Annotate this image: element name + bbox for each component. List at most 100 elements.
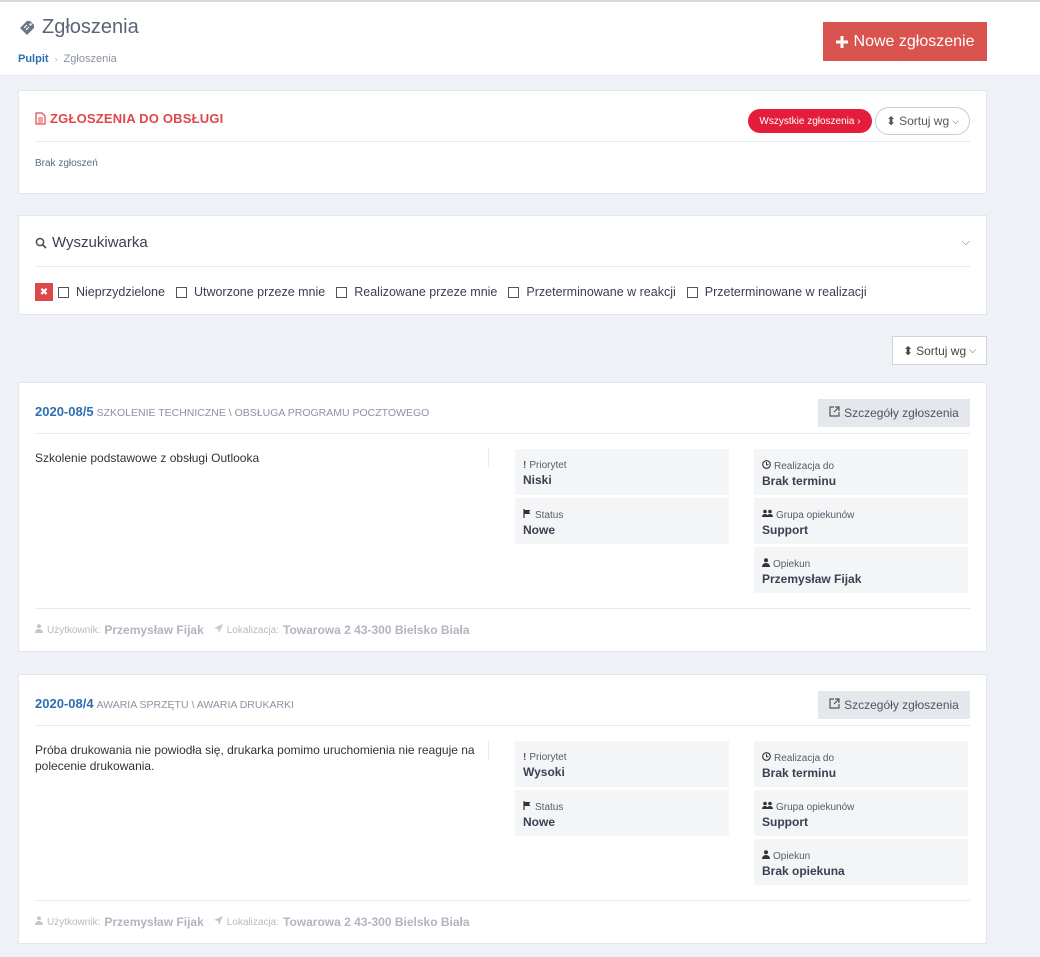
divider (35, 900, 970, 901)
checkbox[interactable] (336, 286, 348, 298)
ticket-group: Support (762, 523, 808, 537)
chevron-down-icon[interactable]: ⌵ (962, 236, 970, 249)
ticket-priority-field: ! Priorytet Niski (515, 449, 729, 495)
ticket-category: SZKOLENIE TECHNICZNE \ OBSŁUGA PROGRAMU … (96, 407, 430, 419)
user-icon (35, 916, 43, 928)
field-label: Status (535, 509, 564, 521)
clock-icon (762, 460, 771, 472)
ticket-number-link[interactable]: 2020-08/4 (35, 696, 94, 711)
ticket-deadline-field: Realizacja do Brak terminu (754, 449, 968, 495)
search-panel-title-text: Wyszukiwarka (52, 234, 148, 251)
page-title-text: Zgłoszenia (42, 16, 139, 38)
empty-state-text: Brak zgłoszeń (35, 158, 98, 169)
flag-icon (523, 509, 532, 521)
pending-panel-title-text: ZGŁOSZENIA DO OBSŁUGI (50, 111, 224, 126)
footer-label: Lokalizacja: (226, 624, 280, 636)
ticket-group-field: Grupa opiekunów Support (754, 790, 968, 836)
divider (35, 725, 970, 726)
ticket-description: Szkolenie podstawowe z obsługi Outlooka (35, 451, 260, 465)
page-title: Zgłoszenia (18, 16, 139, 39)
divider (488, 449, 489, 467)
users-icon (762, 509, 773, 521)
ticket-user: Przemysław Fijak (104, 623, 204, 637)
flag-icon (523, 801, 532, 813)
search-icon (35, 237, 47, 249)
checkbox[interactable] (175, 286, 187, 298)
search-panel-title[interactable]: Wyszukiwarka (35, 234, 148, 251)
breadcrumb: Pulpit › Zgłoszenia (18, 53, 117, 65)
clock-icon (762, 752, 771, 764)
external-link-icon (829, 406, 840, 420)
all-tickets-button[interactable]: Wszystkie zgłoszenia › (748, 109, 872, 133)
field-label: Status (535, 801, 564, 813)
search-panel: Wyszukiwarka ⌵ ✖ Nieprzydzielone Utworzo… (18, 215, 987, 315)
divider (35, 433, 970, 434)
ticket-description: Próba drukowania nie powiodła się, druka… (35, 743, 475, 773)
footer-label: Użytkownik: (47, 624, 101, 636)
ticket-header: 2020-08/4 AWARIA SPRZĘTU \ AWARIA DRUKARK… (35, 696, 294, 711)
ticket-number-link[interactable]: 2020-08/5 (35, 404, 94, 419)
clear-filters-button[interactable]: ✖ (35, 283, 53, 301)
footer-label: Lokalizacja: (226, 916, 280, 928)
new-ticket-button[interactable]: Nowe zgłoszenie (823, 22, 987, 61)
pending-panel-title: ZGŁOSZENIA DO OBSŁUGI (35, 111, 223, 126)
ticket-status: Nowe (523, 523, 556, 537)
ticket-card: 2020-08/5 SZKOLENIE TECHNICZNE \ OBSŁUGA … (18, 382, 987, 652)
filter-label: Przeterminowane w realizacji (704, 285, 867, 299)
external-link-icon (829, 698, 840, 712)
exclamation-icon: ! (523, 752, 527, 763)
ticket-deadline-field: Realizacja do Brak terminu (754, 741, 968, 787)
ticket-status-field: Status Nowe (515, 498, 729, 544)
ticket-owner: Brak opiekuna (762, 864, 845, 878)
filter-label: Nieprzydzielone (76, 285, 165, 299)
checkbox[interactable] (686, 286, 698, 298)
ticket-priority: Wysoki (523, 765, 565, 779)
divider (488, 741, 489, 759)
ticket-owner: Przemysław Fijak (762, 572, 862, 586)
location-arrow-icon (213, 624, 223, 636)
list-sort-button[interactable]: ⬍ Sortuj wg ⌵ (892, 336, 987, 365)
checkbox[interactable] (508, 286, 520, 298)
ticket-group-field: Grupa opiekunów Support (754, 498, 968, 544)
pending-sort-button[interactable]: ⬍ Sortuj wg ⌵ (875, 107, 970, 135)
ticket-priority-field: ! Priorytet Wysoki (515, 741, 729, 787)
ticket-details-label: Szczegóły zgłoszenia (844, 698, 959, 712)
filter-label: Utworzone przeze mnie (193, 285, 326, 299)
ticket-status-field: Status Nowe (515, 790, 729, 836)
field-label: Opiekun (773, 558, 811, 570)
ticket-details-button[interactable]: Szczegóły zgłoszenia (818, 691, 970, 719)
ticket-deadline: Brak terminu (762, 474, 837, 488)
field-label: Grupa opiekunów (776, 509, 855, 521)
checkbox[interactable] (58, 286, 69, 298)
ticket-priority: Niski (523, 473, 552, 487)
ticket-footer: Użytkownik: Przemysław Fijak Lokalizacja… (35, 623, 470, 637)
filter-bar: ✖ Nieprzydzielone Utworzone przeze mnie … (35, 283, 878, 301)
ticket-details-label: Szczegóły zgłoszenia (844, 406, 959, 420)
sort-icon: ⬍ (903, 343, 914, 358)
filter-overdue-realization[interactable]: Przeterminowane w realizacji (686, 285, 867, 299)
field-label: Opiekun (773, 850, 811, 862)
field-label: Realizacja do (774, 752, 835, 764)
filter-unassigned[interactable]: Nieprzydzielone (58, 285, 165, 299)
breadcrumb-home-link[interactable]: Pulpit (18, 53, 49, 65)
ticket-user: Przemysław Fijak (104, 915, 204, 929)
filter-created-by-me[interactable]: Utworzone przeze mnie (175, 285, 326, 299)
breadcrumb-separator-icon: › (54, 54, 58, 64)
ticket-owner-field: Opiekun Brak opiekuna (754, 839, 968, 885)
page-header: Zgłoszenia Pulpit › Zgłoszenia Nowe zgło… (0, 2, 1040, 76)
new-ticket-button-label: Nowe zgłoszenie (853, 32, 975, 50)
field-label: Priorytet (529, 752, 567, 763)
filter-handled-by-me[interactable]: Realizowane przeze mnie (336, 285, 497, 299)
exclamation-icon: ! (523, 460, 527, 471)
chevron-down-icon: ⌵ (952, 115, 959, 126)
pending-sort-label: Sortuj wg (899, 114, 950, 128)
pending-tickets-panel: ZGŁOSZENIA DO OBSŁUGI Wszystkie zgłoszen… (18, 90, 987, 194)
sort-icon: ⬍ (886, 114, 897, 128)
ticket-status: Nowe (523, 815, 556, 829)
filter-overdue-reaction[interactable]: Przeterminowane w reakcji (508, 285, 676, 299)
ticket-location: Towarowa 2 43-300 Bielsko Biała (283, 623, 470, 637)
ticket-details-button[interactable]: Szczegóły zgłoszenia (818, 399, 970, 427)
plus-icon (835, 35, 848, 48)
filter-label: Przeterminowane w reakcji (526, 285, 676, 299)
user-tie-icon (762, 558, 770, 570)
